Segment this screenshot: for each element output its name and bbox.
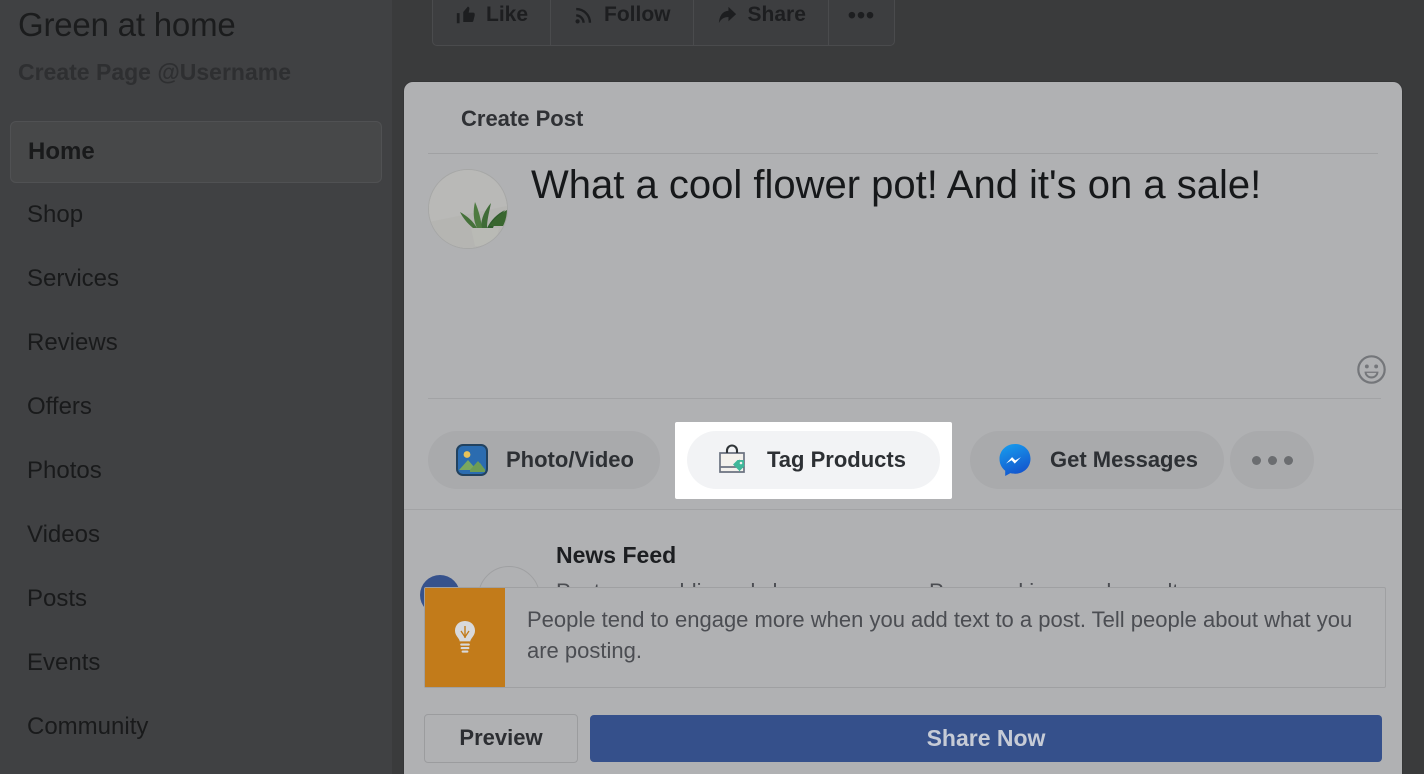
sidebar-item-posts[interactable]: Posts — [10, 567, 382, 631]
share-now-primary-button[interactable]: Share Now — [590, 715, 1382, 762]
share-arrow-icon — [716, 4, 739, 27]
get-messages-label: Get Messages — [1050, 447, 1198, 473]
messenger-icon — [996, 441, 1034, 479]
avatar — [428, 169, 508, 249]
photo-video-button[interactable]: Photo/Video — [428, 431, 660, 489]
thumbs-up-icon — [455, 4, 477, 26]
create-post-dialog: Create Post What a cool flower pot! And … — [404, 82, 1402, 774]
sidebar-item-reviews[interactable]: Reviews — [10, 311, 382, 375]
more-options-button[interactable]: ••• — [829, 0, 894, 45]
post-text-input[interactable]: What a cool flower pot! And it's on a sa… — [531, 157, 1301, 214]
like-label: Like — [486, 3, 528, 27]
tip-banner: People tend to engage more when you add … — [424, 587, 1386, 688]
more-dots-icon — [1252, 456, 1293, 465]
tip-text: People tend to engage more when you add … — [505, 588, 1385, 687]
sidebar-item-services[interactable]: Services — [10, 247, 382, 311]
tip-icon-block — [425, 588, 505, 687]
follow-button[interactable]: Follow — [551, 0, 694, 45]
like-button[interactable]: Like — [433, 0, 551, 45]
more-dots-icon: ••• — [848, 2, 875, 29]
page-sidebar: Green at home Create Page @Username Home… — [0, 0, 392, 774]
sidebar-item-offers[interactable]: Offers — [10, 375, 382, 439]
photo-video-label: Photo/Video — [506, 447, 634, 473]
page-subtitle: Create Page @Username — [18, 59, 291, 86]
tab-divider — [428, 153, 1378, 154]
tag-products-label: Tag Products — [767, 447, 906, 473]
dialog-tabs: Create Post — [404, 82, 1402, 155]
get-messages-button[interactable]: Get Messages — [970, 431, 1224, 489]
share-label: Share — [748, 3, 806, 27]
sidebar-item-photos[interactable]: Photos — [10, 439, 382, 503]
screen: Green at home Create Page @Username Home… — [0, 0, 1424, 774]
composer-divider — [428, 398, 1381, 399]
smiley-face-icon — [1356, 354, 1387, 385]
post-attachment-actions: Photo/Video Tag Produc — [404, 427, 1402, 509]
lightbulb-icon — [448, 618, 482, 658]
page-title: Green at home — [18, 6, 236, 44]
sidebar-item-community[interactable]: Community — [10, 695, 382, 759]
tab-create-post[interactable]: Create Post — [461, 106, 583, 132]
shopping-bag-tag-icon — [713, 441, 751, 479]
photo-video-icon — [454, 442, 490, 478]
emoji-picker-button[interactable] — [1356, 354, 1387, 385]
sidebar-item-shop[interactable]: Shop — [10, 183, 382, 247]
sidebar-item-events[interactable]: Events — [10, 631, 382, 695]
page-action-toolbar: Like Follow Share ••• — [432, 0, 895, 46]
sidebar-nav: Home Shop Services Reviews Offers Photos… — [10, 121, 382, 759]
more-attachment-options-button[interactable] — [1230, 431, 1314, 489]
sidebar-item-videos[interactable]: Videos — [10, 503, 382, 567]
dialog-footer: Preview Share Now — [404, 702, 1402, 774]
audience-title: News Feed — [556, 542, 676, 569]
post-composer: What a cool flower pot! And it's on a sa… — [404, 155, 1402, 407]
tag-products-button[interactable]: Tag Products — [687, 431, 940, 489]
tab-active-notch — [517, 142, 539, 154]
preview-button[interactable]: Preview — [424, 714, 578, 763]
avatar-plant-image — [429, 170, 507, 248]
sidebar-item-home[interactable]: Home — [10, 121, 382, 183]
follow-label: Follow — [604, 3, 671, 27]
rss-follow-icon — [573, 4, 595, 26]
share-button[interactable]: Share — [694, 0, 829, 45]
